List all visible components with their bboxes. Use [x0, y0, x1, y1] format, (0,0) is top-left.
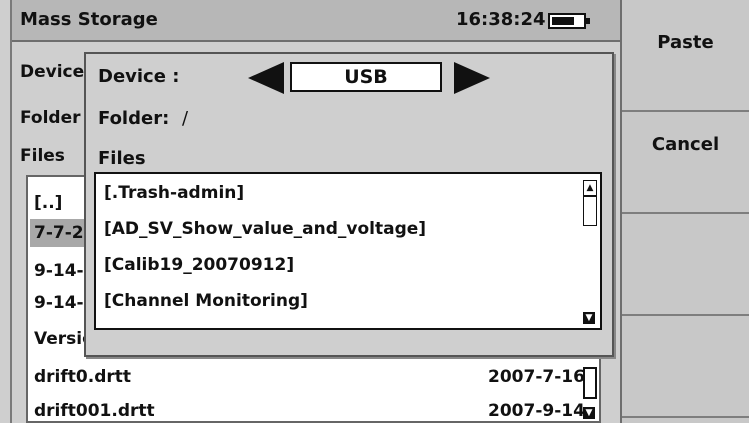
- dialog-files-label: Files: [98, 148, 146, 169]
- scroll-up-icon[interactable]: ▲: [583, 180, 597, 196]
- list-item[interactable]: 9-14-: [34, 289, 84, 317]
- list-item-date: 2007-7-16: [488, 367, 585, 387]
- paste-label: Paste: [657, 32, 714, 53]
- dialog-device-label: Device :: [98, 66, 180, 87]
- device-screen: Mass Storage 16:38:24 Device Folder File…: [0, 0, 749, 423]
- scroll-thumb[interactable]: [583, 367, 597, 399]
- list-item[interactable]: [Calib19_20070912]: [104, 250, 294, 280]
- battery-icon: [548, 13, 590, 29]
- device-dialog: Device : USB Folder: / Files [.Trash-adm…: [84, 52, 614, 357]
- list-item[interactable]: drift001.drtt: [34, 397, 155, 425]
- list-item[interactable]: 9-14-: [34, 257, 84, 285]
- scroll-thumb[interactable]: [583, 196, 597, 226]
- dialog-folder-value: /: [182, 108, 189, 129]
- dialog-scrollbar[interactable]: ▲ ▼: [583, 180, 597, 324]
- arrow-right-icon[interactable]: [454, 62, 490, 94]
- list-item[interactable]: [..]: [34, 189, 62, 217]
- softkey-panel: Paste Cancel: [620, 0, 749, 423]
- bg-device-label: Device: [20, 62, 85, 82]
- scroll-down-icon[interactable]: ▼: [583, 407, 595, 419]
- device-selector[interactable]: USB: [290, 62, 442, 92]
- list-item-date: 2007-9-14: [488, 401, 585, 421]
- bg-files-label: Files: [20, 146, 65, 166]
- cancel-button[interactable]: Cancel: [622, 112, 749, 214]
- cancel-label: Cancel: [651, 134, 720, 155]
- bg-folder-label: Folder: [20, 108, 81, 128]
- scroll-down-icon[interactable]: ▼: [583, 312, 595, 324]
- dialog-folder-label: Folder:: [98, 108, 170, 129]
- clock: 16:38:24: [456, 9, 546, 30]
- softkey-4[interactable]: [622, 316, 749, 418]
- list-item[interactable]: [.Trash-admin]: [104, 178, 244, 208]
- list-item[interactable]: [Channel Monitoring]: [104, 286, 308, 316]
- battery-tip: [586, 18, 590, 24]
- title-bar: Mass Storage 16:38:24: [12, 0, 622, 42]
- window-title: Mass Storage: [20, 9, 158, 30]
- arrow-left-icon[interactable]: [248, 62, 284, 94]
- softkey-3[interactable]: [622, 214, 749, 316]
- battery-level: [552, 17, 574, 25]
- dialog-file-list[interactable]: [.Trash-admin] [AD_SV_Show_value_and_vol…: [94, 172, 602, 330]
- paste-button[interactable]: Paste: [622, 10, 749, 112]
- list-item[interactable]: drift0.drtt: [34, 363, 131, 391]
- list-item[interactable]: [AD_SV_Show_value_and_voltage]: [104, 214, 426, 244]
